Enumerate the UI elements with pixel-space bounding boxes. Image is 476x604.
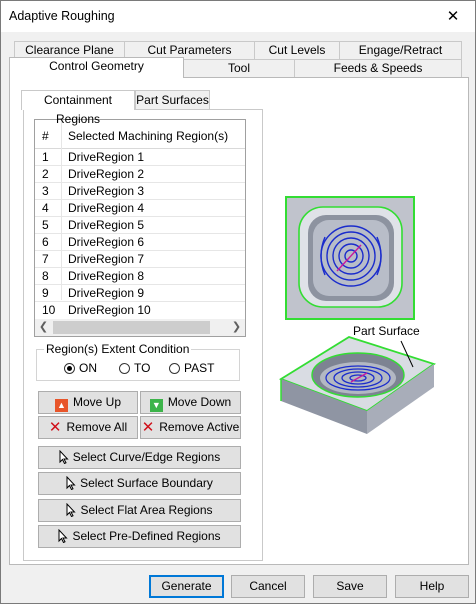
radio-to-indicator[interactable]	[119, 363, 130, 374]
remove-all-button[interactable]: ✕ Remove All	[38, 416, 138, 439]
regions-list[interactable]: # Selected Machining Region(s) 1 DriveReg…	[34, 119, 246, 337]
scrollbar-thumb[interactable]	[53, 321, 210, 334]
horizontal-scrollbar[interactable]: ❮ ❯	[35, 319, 245, 336]
list-item[interactable]: 9 DriveRegion 9	[35, 285, 245, 302]
list-item[interactable]: 8 DriveRegion 8	[35, 268, 245, 285]
row-num: 2	[42, 167, 49, 181]
select-curve-label: Select Curve/Edge Regions	[72, 450, 221, 464]
row-name: DriveRegion 10	[68, 303, 151, 317]
list-item[interactable]: 7 DriveRegion 7	[35, 251, 245, 268]
tab-feeds-speeds[interactable]: Feeds & Speeds	[294, 59, 462, 77]
list-item[interactable]: 2 DriveRegion 2	[35, 166, 245, 183]
tab-cut-levels[interactable]: Cut Levels	[254, 41, 340, 59]
select-surface-boundary-button[interactable]: Select Surface Boundary	[38, 472, 241, 495]
tab-control-geometry[interactable]: Control Geometry	[9, 57, 184, 78]
part-surface-callout: Part Surface	[353, 324, 420, 338]
extent-condition-legend: Region(s) Extent Condition	[44, 342, 192, 356]
save-button[interactable]: Save	[313, 575, 387, 598]
row-num: 3	[42, 184, 49, 198]
radio-on[interactable]: ON	[64, 361, 97, 375]
preview-illustration	[278, 196, 437, 434]
radio-on-indicator[interactable]	[64, 363, 75, 374]
cursor-arrow-icon	[59, 450, 69, 464]
select-flat-label: Select Flat Area Regions	[80, 503, 213, 517]
list-item[interactable]: 10 DriveRegion 10	[35, 302, 245, 319]
row-num: 1	[42, 150, 49, 164]
arrow-up-icon: ▲	[54, 399, 68, 412]
remove-all-label: Remove All	[66, 420, 128, 434]
select-surface-label: Select Surface Boundary	[80, 476, 213, 490]
select-predefined-button[interactable]: Select Pre-Defined Regions	[38, 525, 241, 548]
select-flat-area-button[interactable]: Select Flat Area Regions	[38, 499, 241, 522]
radio-to[interactable]: TO	[119, 361, 150, 375]
list-item[interactable]: 3 DriveRegion 3	[35, 183, 245, 200]
cursor-arrow-icon	[58, 529, 69, 543]
title-bar: Adaptive Roughing ✕	[1, 1, 475, 32]
row-name: DriveRegion 4	[68, 201, 145, 215]
select-predef-label: Select Pre-Defined Regions	[72, 529, 221, 543]
move-up-label: Move Up	[72, 395, 122, 409]
list-item[interactable]: 5 DriveRegion 5	[35, 217, 245, 234]
subtab-containment-regions[interactable]: Containment Regions	[21, 90, 135, 126]
tab-engage-retract[interactable]: Engage/Retract	[339, 41, 462, 59]
col-num-header[interactable]: #	[42, 129, 49, 143]
move-down-label: Move Down	[167, 395, 232, 409]
row-name: DriveRegion 8	[68, 269, 145, 283]
row-num: 9	[42, 286, 49, 300]
generate-button[interactable]: Generate	[149, 575, 224, 598]
window-title: Adaptive Roughing	[9, 9, 115, 23]
close-icon[interactable]: ✕	[431, 1, 475, 32]
help-button[interactable]: Help	[395, 575, 469, 598]
col-name-header[interactable]: Selected Machining Region(s)	[68, 129, 228, 143]
tab-row-2: Control Geometry Tool Feeds & Speeds	[1, 57, 475, 78]
cursor-arrow-icon	[66, 503, 77, 517]
row-num: 10	[42, 303, 56, 317]
dialog-window: Adaptive Roughing ✕ Clearance Plane Cut …	[0, 0, 476, 604]
row-name: DriveRegion 3	[68, 184, 145, 198]
extent-condition-group: Region(s) Extent Condition ON TO PAST	[36, 342, 240, 381]
row-name: DriveRegion 2	[68, 167, 145, 181]
remove-active-label: Remove Active	[159, 420, 240, 434]
arrow-down-icon: ▼	[149, 399, 163, 412]
move-down-button[interactable]: ▼ Move Down	[140, 391, 241, 414]
radio-past-indicator[interactable]	[169, 363, 180, 374]
radio-past-label: PAST	[184, 361, 215, 375]
row-num: 5	[42, 218, 49, 232]
move-up-button[interactable]: ▲ Move Up	[38, 391, 138, 414]
cancel-button[interactable]: Cancel	[231, 575, 305, 598]
remove-x-icon: ✕	[141, 419, 155, 436]
row-num: 8	[42, 269, 49, 283]
row-num: 4	[42, 201, 49, 215]
radio-on-label: ON	[79, 361, 97, 375]
row-name: DriveRegion 7	[68, 252, 145, 266]
list-item[interactable]: 4 DriveRegion 4	[35, 200, 245, 217]
radio-to-label: TO	[134, 361, 151, 375]
row-num: 7	[42, 252, 49, 266]
cursor-arrow-icon	[66, 476, 76, 490]
row-name: DriveRegion 6	[68, 235, 145, 249]
row-name: DriveRegion 5	[68, 218, 145, 232]
remove-active-button[interactable]: ✕ Remove Active	[140, 416, 241, 439]
list-item[interactable]: 6 DriveRegion 6	[35, 234, 245, 251]
remove-x-icon: ✕	[48, 419, 62, 436]
row-name: DriveRegion 1	[68, 150, 145, 164]
row-name: DriveRegion 9	[68, 286, 145, 300]
scroll-left-icon[interactable]: ❮	[35, 319, 52, 336]
row-num: 6	[42, 235, 49, 249]
radio-past[interactable]: PAST	[169, 361, 214, 375]
list-item[interactable]: 1 DriveRegion 1	[35, 149, 245, 166]
tab-tool[interactable]: Tool	[183, 59, 295, 77]
scroll-right-icon[interactable]: ❯	[228, 319, 245, 336]
select-curve-edge-button[interactable]: Select Curve/Edge Regions	[38, 446, 241, 469]
subtab-part-surfaces[interactable]: Part Surfaces	[135, 90, 210, 110]
